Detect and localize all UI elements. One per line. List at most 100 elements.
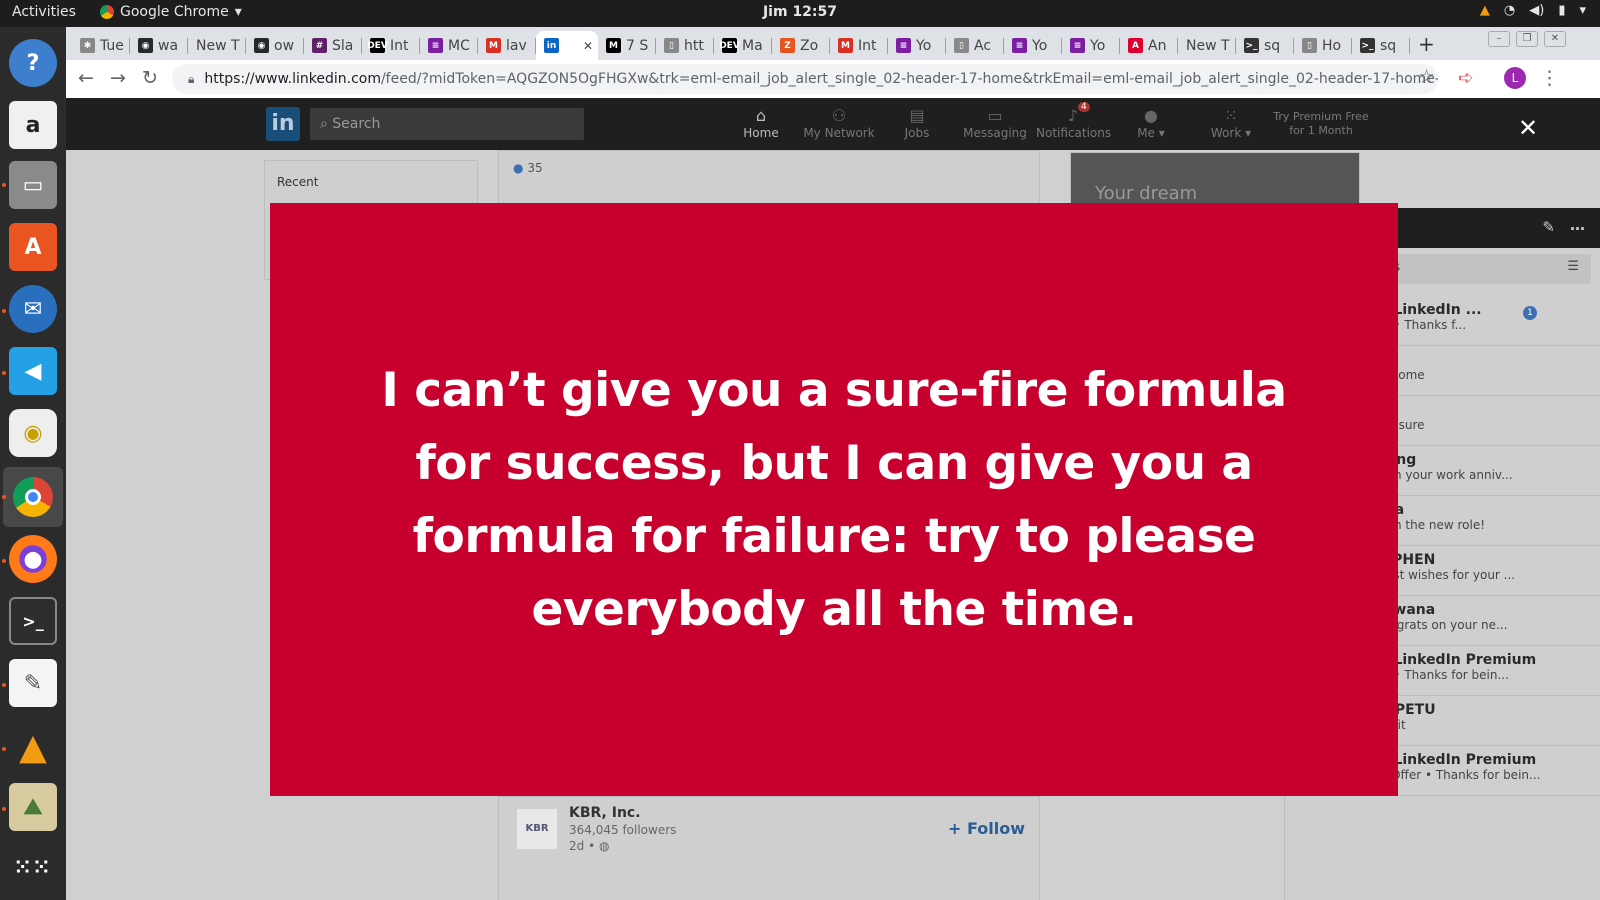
tab-label: Sla: [332, 37, 354, 54]
linkedin-search-input[interactable]: ⌕ Search: [310, 108, 584, 140]
linkedin-nav-bar: in ⌕ Search ⌂ Home ⚇ My Network ▤ Jobs ▭ Messag…: [66, 98, 1600, 150]
text-editor-icon[interactable]: ✎: [9, 659, 57, 707]
bookmark-star-icon[interactable]: ☆: [1418, 66, 1435, 88]
battery-icon[interactable]: ▮: [1558, 3, 1565, 18]
reactions-count[interactable]: ● 35: [499, 151, 1039, 185]
browser-tab[interactable]: M 7 S: [598, 31, 656, 60]
chrome-icon: [100, 5, 114, 19]
vscode-icon[interactable]: ◀: [9, 347, 57, 395]
system-tray[interactable]: ▲ ◔ ◀) ▮ ▾: [1480, 3, 1586, 18]
nav-item-messaging[interactable]: ▭ Messaging: [958, 106, 1032, 140]
recent-label[interactable]: Recent: [265, 161, 477, 203]
tab-label: wa: [158, 37, 179, 54]
close-overlay-button[interactable]: ✕: [1518, 116, 1538, 140]
extension-icon[interactable]: ➪: [1458, 67, 1474, 89]
nav-item-jobs[interactable]: ▤ Jobs: [880, 106, 954, 140]
nav-item-notifications[interactable]: ♪ Notifications: [1036, 106, 1111, 140]
medium-icon: M: [606, 38, 621, 53]
nav-item-home[interactable]: ⌂ Home: [724, 106, 798, 140]
browser-tab[interactable]: ≡ Yo: [1062, 31, 1120, 60]
rhythmbox-icon[interactable]: ◉: [9, 409, 57, 457]
linkedin-logo[interactable]: in: [266, 107, 300, 141]
tab-label: Tue: [100, 37, 124, 54]
image-viewer-icon[interactable]: ⛰: [9, 783, 57, 831]
tab-label: Yo: [916, 37, 932, 54]
browser-tab[interactable]: A An: [1120, 31, 1178, 60]
tab-label: sq: [1264, 37, 1281, 54]
browser-tab[interactable]: M Int: [830, 31, 888, 60]
company-logo[interactable]: KBR: [517, 809, 557, 849]
tab-label: htt: [684, 37, 704, 54]
browser-tab[interactable]: ◉ ow: [246, 31, 304, 60]
compose-icon[interactable]: ✎: [1542, 218, 1555, 236]
browser-tab[interactable]: ◉ wa: [130, 31, 188, 60]
browser-tab[interactable]: ≡ Yo: [1004, 31, 1062, 60]
browser-tab[interactable]: >_ sq: [1352, 31, 1410, 60]
form-icon: ≡: [1012, 38, 1027, 53]
tab-label: ow: [274, 37, 295, 54]
like-icon: ●: [513, 161, 524, 175]
chevron-down-icon[interactable]: ▾: [1579, 3, 1586, 18]
tab-label: lav: [506, 37, 527, 54]
browser-tab[interactable]: New T: [1178, 31, 1236, 60]
dev-icon: DEV: [719, 38, 740, 53]
browser-tab[interactable]: # Sla: [304, 31, 362, 60]
close-tab-icon[interactable]: ✕: [583, 39, 593, 53]
chevron-down-icon: ▾: [234, 4, 242, 20]
tab-label: 7 S: [626, 37, 649, 54]
maximize-button[interactable]: ❐: [1516, 31, 1538, 47]
firefox-icon[interactable]: ●: [9, 535, 57, 583]
close-window-button[interactable]: ✕: [1544, 31, 1566, 47]
amazon-icon[interactable]: a: [9, 101, 57, 149]
browser-tab[interactable]: DEV Int: [362, 31, 420, 60]
tab-label: An: [1148, 37, 1167, 54]
wifi-icon[interactable]: ◔: [1504, 3, 1515, 18]
reload-icon[interactable]: ↻: [142, 67, 158, 89]
browser-tab[interactable]: DEV Ma: [714, 31, 772, 60]
menu-kebab-icon[interactable]: ⋮: [1540, 67, 1559, 89]
help-icon[interactable]: ?: [9, 39, 57, 87]
address-bar[interactable]: 🔒︎ https://www.linkedin.com/feed/?midTok…: [172, 64, 1438, 94]
browser-tab[interactable]: ▯ htt: [656, 31, 714, 60]
vlc-tray-icon[interactable]: ▲: [1480, 3, 1490, 18]
vlc-icon[interactable]: ▲: [9, 723, 57, 771]
browser-tab[interactable]: Mlav: [478, 31, 536, 60]
nav-item-me[interactable]: ● Me ▾: [1114, 106, 1188, 140]
forward-icon[interactable]: →: [110, 67, 126, 89]
follow-button[interactable]: + Follow: [948, 819, 1025, 838]
minimize-button[interactable]: –: [1488, 31, 1510, 47]
volume-icon[interactable]: ◀): [1529, 3, 1544, 18]
more-icon[interactable]: …: [1570, 216, 1585, 234]
try-premium-link[interactable]: Try Premium Free for 1 Month: [1256, 110, 1386, 138]
files-icon[interactable]: ▭: [9, 161, 57, 209]
lock-icon[interactable]: 🔒︎: [188, 72, 194, 87]
back-icon[interactable]: ←: [78, 67, 94, 89]
browser-tab[interactable]: >_ sq: [1236, 31, 1294, 60]
show-applications-icon[interactable]: ⁙⁙: [9, 843, 57, 891]
terminal-icon: >_: [1244, 38, 1259, 53]
software-center-icon[interactable]: A: [9, 223, 57, 271]
browser-tab[interactable]: Z Zo: [772, 31, 830, 60]
nav-item-label: Home: [743, 126, 779, 140]
chrome-icon[interactable]: [3, 467, 63, 527]
new-tab-button[interactable]: +: [1418, 32, 1435, 56]
company-name[interactable]: KBR, Inc.: [569, 805, 641, 821]
nav-item-my-network[interactable]: ⚇ My Network: [802, 106, 876, 140]
browser-tab[interactable]: ≡ MC: [420, 31, 478, 60]
browser-tab[interactable]: ✱ Tue: [72, 31, 130, 60]
thunderbird-icon[interactable]: ✉: [9, 285, 57, 333]
quote-text: I can’t give you a sure-fire formula for…: [381, 362, 1287, 637]
activities-button[interactable]: Activities: [12, 4, 76, 20]
browser-tab[interactable]: ≡ Yo: [888, 31, 946, 60]
browser-tab[interactable]: New T: [188, 31, 246, 60]
app-menu[interactable]: Google Chrome ▾: [100, 4, 242, 20]
terminal-icon[interactable]: >_: [9, 597, 57, 645]
tab-label: New T: [196, 37, 240, 54]
browser-tab[interactable]: in ✕: [536, 31, 598, 60]
doc-icon: ▯: [954, 38, 969, 53]
browser-tab[interactable]: ▯ Ac: [946, 31, 1004, 60]
browser-tab[interactable]: ▯ Ho: [1294, 31, 1352, 60]
profile-avatar[interactable]: L: [1504, 67, 1526, 89]
gmail-icon: M: [838, 38, 853, 53]
filter-icon[interactable]: ☰: [1567, 259, 1579, 274]
